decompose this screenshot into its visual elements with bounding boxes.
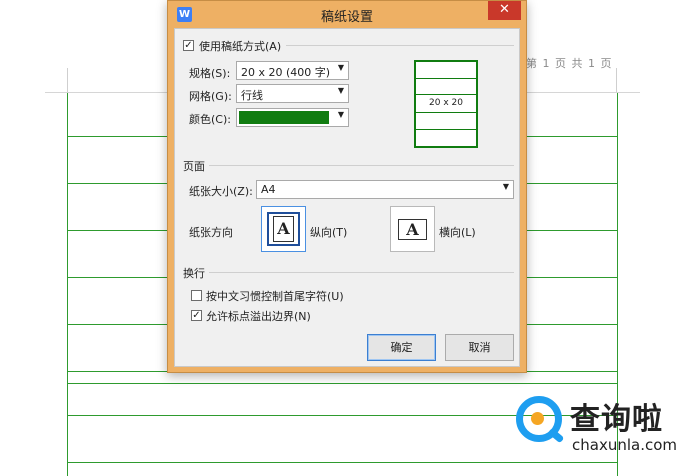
preview-line — [416, 94, 476, 95]
landscape-option[interactable]: A — [390, 206, 435, 252]
dialog-body: ✓ 使用稿纸方式(A) 规格(S): 20 x 20 (400 字) ▼ 网格(… — [174, 28, 520, 367]
use-grid-paper-checkbox[interactable]: ✓ — [183, 40, 194, 51]
dialog-title: 稿纸设置 — [320, 10, 373, 25]
grid-label: 网格(G): — [189, 90, 232, 103]
selection-highlight: A — [267, 212, 300, 246]
orientation-label: 纸张方向 — [189, 226, 233, 239]
page-section-title: 页面 — [183, 160, 205, 173]
wrap-section-title: 换行 — [183, 267, 205, 280]
corner-mark-left — [67, 68, 68, 92]
watermark-logo: 查询啦 chaxunla.com — [514, 390, 684, 470]
paper-size-value: A4 — [261, 183, 276, 196]
paper-size-select[interactable]: A4 ▼ — [256, 180, 514, 199]
landscape-page-icon: A — [398, 219, 427, 240]
group-separator — [209, 165, 514, 166]
punctuation-overflow-checkbox[interactable]: ✓ — [191, 310, 202, 321]
punctuation-overflow-label: 允许标点溢出边界(N) — [206, 310, 311, 323]
watermark-text: 查询啦 — [570, 402, 663, 437]
grid-paper-settings-dialog: W 稿纸设置 ✕ ✓ 使用稿纸方式(A) 规格(S): 20 x 20 (400… — [167, 0, 527, 373]
spec-label: 规格(S): — [189, 67, 231, 80]
chinese-rule-checkbox[interactable] — [191, 290, 202, 301]
landscape-label[interactable]: 横向(L) — [439, 224, 476, 240]
portrait-label[interactable]: 纵向(T) — [310, 224, 347, 240]
paper-size-label: 纸张大小(Z): — [189, 185, 253, 198]
ok-button[interactable]: 确定 — [367, 334, 436, 361]
chevron-down-icon: ▼ — [337, 86, 344, 95]
grid-value: 行线 — [241, 89, 263, 102]
cancel-button[interactable]: 取消 — [445, 334, 514, 361]
grid-row-line — [67, 383, 617, 384]
preview-line — [416, 78, 476, 79]
spec-select[interactable]: 20 x 20 (400 字) ▼ — [236, 61, 349, 80]
chevron-down-icon: ▼ — [502, 182, 509, 191]
grid-preview: 20 x 20 — [414, 60, 478, 148]
color-select[interactable]: ▼ — [236, 108, 349, 127]
magnifier-handle — [547, 427, 565, 444]
use-grid-paper-label: 使用稿纸方式(A) — [199, 40, 282, 53]
magnifier-center-dot — [531, 412, 544, 425]
portrait-page-icon: A — [273, 216, 294, 242]
portrait-option[interactable]: A — [261, 206, 306, 252]
dialog-titlebar[interactable]: W 稿纸设置 ✕ — [168, 1, 526, 27]
preview-line — [416, 112, 476, 113]
preview-label: 20 x 20 — [429, 98, 463, 108]
group-separator — [286, 45, 514, 46]
watermark-domain: chaxunla.com — [572, 436, 677, 454]
spec-value: 20 x 20 (400 字) — [241, 66, 331, 79]
group-separator — [209, 272, 514, 273]
chinese-rule-label: 按中文习惯控制首尾字符(U) — [206, 290, 344, 303]
color-swatch — [239, 111, 329, 124]
grid-select[interactable]: 行线 ▼ — [236, 84, 349, 103]
preview-line — [416, 129, 476, 130]
chevron-down-icon: ▼ — [337, 63, 344, 72]
corner-mark-right — [616, 68, 617, 92]
color-label: 颜色(C): — [189, 113, 231, 126]
chevron-down-icon: ▼ — [337, 110, 344, 119]
close-button[interactable]: ✕ — [488, 1, 521, 20]
page-indicator: 第 1 页 共 1 页 — [526, 57, 613, 70]
close-icon: ✕ — [499, 2, 510, 17]
